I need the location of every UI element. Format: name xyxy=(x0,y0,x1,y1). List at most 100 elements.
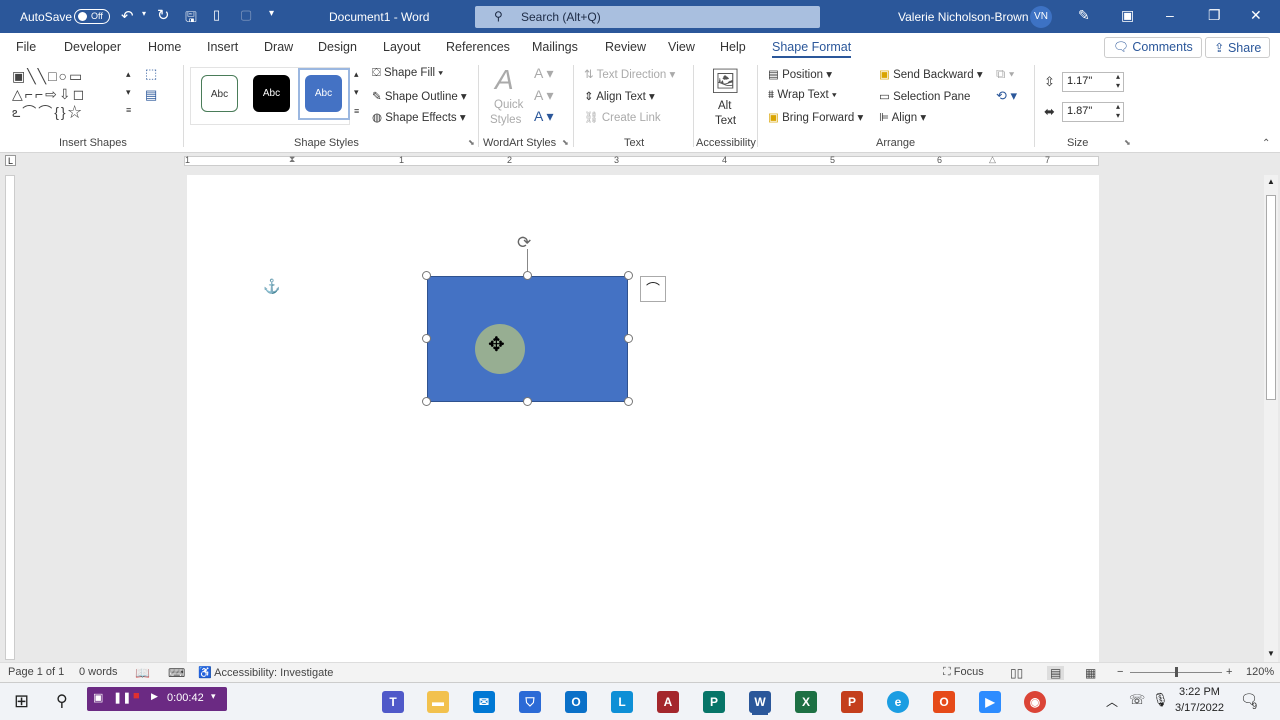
store-icon[interactable]: ⛉ xyxy=(519,691,541,713)
align-text-button[interactable]: ⇕ Align Text ▾ xyxy=(584,89,655,103)
resize-handle-s[interactable] xyxy=(523,397,532,406)
file-explorer-icon[interactable]: ▬ xyxy=(427,691,449,713)
save-icon[interactable]: 🖫 xyxy=(185,7,197,31)
width-spinner-icon[interactable]: ▴ ▾ xyxy=(1116,102,1120,120)
play-icon[interactable]: ▶ xyxy=(151,691,158,702)
search-box[interactable]: ⚲ Search (Alt+Q) xyxy=(475,6,820,28)
powerpoint-icon[interactable]: P xyxy=(841,691,863,713)
focus-button[interactable]: ⛶ Focus xyxy=(943,666,984,679)
share-button[interactable]: ⇪ Share xyxy=(1205,37,1271,58)
avatar[interactable]: VN xyxy=(1030,6,1052,28)
clock-date[interactable]: 3/17/2022 xyxy=(1175,702,1224,714)
rotate-handle-icon[interactable]: ⟳ xyxy=(517,233,531,253)
selection-pane-button[interactable]: ▭ Selection Pane xyxy=(879,89,970,103)
zoom-level[interactable]: 120% xyxy=(1246,666,1274,678)
read-mode-icon[interactable]: ▯ xyxy=(213,7,220,23)
style-thumb-dark[interactable]: Abc xyxy=(253,75,290,112)
zoom-slider-thumb[interactable] xyxy=(1175,667,1178,677)
excel-icon[interactable]: X xyxy=(795,691,817,713)
tab-insert[interactable]: Insert xyxy=(207,40,238,54)
autosave-toggle[interactable]: Off xyxy=(74,9,110,24)
shapes-scroll-down-icon[interactable]: ▾ xyxy=(126,87,131,98)
windows-start-icon[interactable]: ⊞ xyxy=(14,691,29,712)
resize-handle-ne[interactable] xyxy=(624,271,633,280)
wordart-a-icon[interactable]: A xyxy=(495,64,514,96)
shapes-scroll-up-icon[interactable]: ▴ xyxy=(126,69,131,80)
restore-icon[interactable]: ❐ xyxy=(1208,7,1221,24)
group-objects-icon[interactable]: ⧉ ▾ xyxy=(996,66,1014,82)
clock-time[interactable]: 3:22 PM xyxy=(1179,686,1220,698)
style-thumb-outline[interactable]: Abc xyxy=(201,75,238,112)
taskbar-search-icon[interactable]: ⚲ xyxy=(56,691,68,711)
ribbon-display-icon[interactable]: ▣ xyxy=(1121,7,1134,24)
resize-handle-e[interactable] xyxy=(624,334,633,343)
tab-draw[interactable]: Draw xyxy=(264,40,293,54)
tab-references[interactable]: References xyxy=(446,40,510,54)
customize-toolbar-icon[interactable]: ▾ xyxy=(269,8,274,19)
tab-design[interactable]: Design xyxy=(318,40,357,54)
tab-view[interactable]: View xyxy=(668,40,695,54)
office-icon[interactable]: O xyxy=(933,691,955,713)
document-page[interactable] xyxy=(187,175,1099,662)
pen-icon[interactable]: ✎ xyxy=(1078,7,1090,24)
size-launcher-icon[interactable]: ⬊ xyxy=(1124,138,1131,147)
stop-icon[interactable]: ■ xyxy=(133,690,140,702)
pause-icon[interactable]: ❚❚ xyxy=(113,691,131,704)
edge-icon[interactable]: e xyxy=(887,691,909,713)
vertical-scrollbar[interactable]: ▲ ▼ xyxy=(1264,175,1278,662)
tab-mailings[interactable]: Mailings xyxy=(532,40,578,54)
style-thumb-blue[interactable]: Abc xyxy=(305,75,342,112)
read-mode-view-icon[interactable]: ▯▯ xyxy=(1010,666,1023,680)
lync-icon[interactable]: L xyxy=(611,691,633,713)
tab-layout[interactable]: Layout xyxy=(383,40,421,54)
resize-handle-nw[interactable] xyxy=(422,271,431,280)
create-link-button[interactable]: ⛓ Create Link xyxy=(584,110,661,124)
tab-review[interactable]: Review xyxy=(605,40,646,54)
accessibility-status[interactable]: ♿ Accessibility: Investigate xyxy=(198,666,333,679)
tab-selector-icon[interactable]: L xyxy=(5,155,16,166)
word-count[interactable]: 0 words xyxy=(79,666,118,678)
text-outline-icon[interactable]: A ▾ xyxy=(534,87,553,104)
align-button[interactable]: ⊫ Align ▾ xyxy=(879,110,926,124)
close-icon[interactable]: ✕ xyxy=(1250,7,1262,24)
text-box-icon[interactable]: ▤ xyxy=(145,87,157,103)
send-backward-button[interactable]: ▣ Send Backward ▾ xyxy=(879,67,983,81)
proofing-icon[interactable]: 📖 xyxy=(135,666,150,680)
scroll-down-icon[interactable]: ▼ xyxy=(1267,649,1275,658)
horizontal-ruler[interactable]: 1 1 2 3 4 5 6 7 ⧗ △ xyxy=(184,154,1099,166)
vertical-ruler[interactable] xyxy=(5,175,15,660)
shape-fill-button[interactable]: ⛋ Shape Fill ▾ xyxy=(372,67,443,80)
shapes-more-icon[interactable]: ≡ xyxy=(126,105,131,115)
indent-marker-icon[interactable]: ⧗ xyxy=(289,154,295,165)
undo-dropdown-icon[interactable]: ▾ xyxy=(142,9,146,18)
alt-text-label-1[interactable]: Alt xyxy=(718,100,731,112)
mail-icon[interactable]: ✉ xyxy=(473,691,495,713)
comments-button[interactable]: 🗨 Comments xyxy=(1104,37,1202,58)
print-layout-view-icon[interactable]: ▤ xyxy=(1047,666,1065,680)
zoom-out-icon[interactable]: − xyxy=(1117,666,1123,678)
resize-handle-n[interactable] xyxy=(523,271,532,280)
text-fill-icon[interactable]: A ▾ xyxy=(534,65,553,82)
alt-text-icon[interactable]: 🖼 xyxy=(710,67,740,96)
outlook-icon[interactable]: O xyxy=(565,691,587,713)
resize-handle-w[interactable] xyxy=(422,334,431,343)
user-name[interactable]: Valerie Nicholson-Brown xyxy=(898,10,1029,24)
screen-recorder-bar[interactable]: ▣ ❚❚ ■ ▶ 0:00:42 ▾ xyxy=(87,687,227,711)
text-direction-button[interactable]: ⇅ Text Direction ▾ xyxy=(584,67,675,81)
height-spinner-icon[interactable]: ▴ ▾ xyxy=(1116,72,1120,90)
publisher-icon[interactable]: P xyxy=(703,691,725,713)
zoom-app-icon[interactable]: ▶ xyxy=(979,691,1001,713)
tab-file[interactable]: File xyxy=(16,40,36,54)
touch-mode-icon[interactable]: ▢ xyxy=(240,7,252,23)
shape-effects-button[interactable]: ◍ Shape Effects ▾ xyxy=(372,110,466,124)
right-indent-marker-icon[interactable]: △ xyxy=(989,154,996,165)
text-effects-icon[interactable]: A ▾ xyxy=(534,108,553,125)
minimize-icon[interactable]: – xyxy=(1166,7,1174,23)
access-icon[interactable]: A xyxy=(657,691,679,713)
redo-icon[interactable]: ↻ xyxy=(157,6,170,24)
microphone-icon[interactable]: 🎙 xyxy=(1152,692,1169,708)
word-icon[interactable]: W xyxy=(749,691,771,713)
layout-options-icon[interactable]: ⌒ xyxy=(640,276,666,302)
shape-outline-button[interactable]: ✎ Shape Outline ▾ xyxy=(372,89,467,103)
resize-handle-sw[interactable] xyxy=(422,397,431,406)
